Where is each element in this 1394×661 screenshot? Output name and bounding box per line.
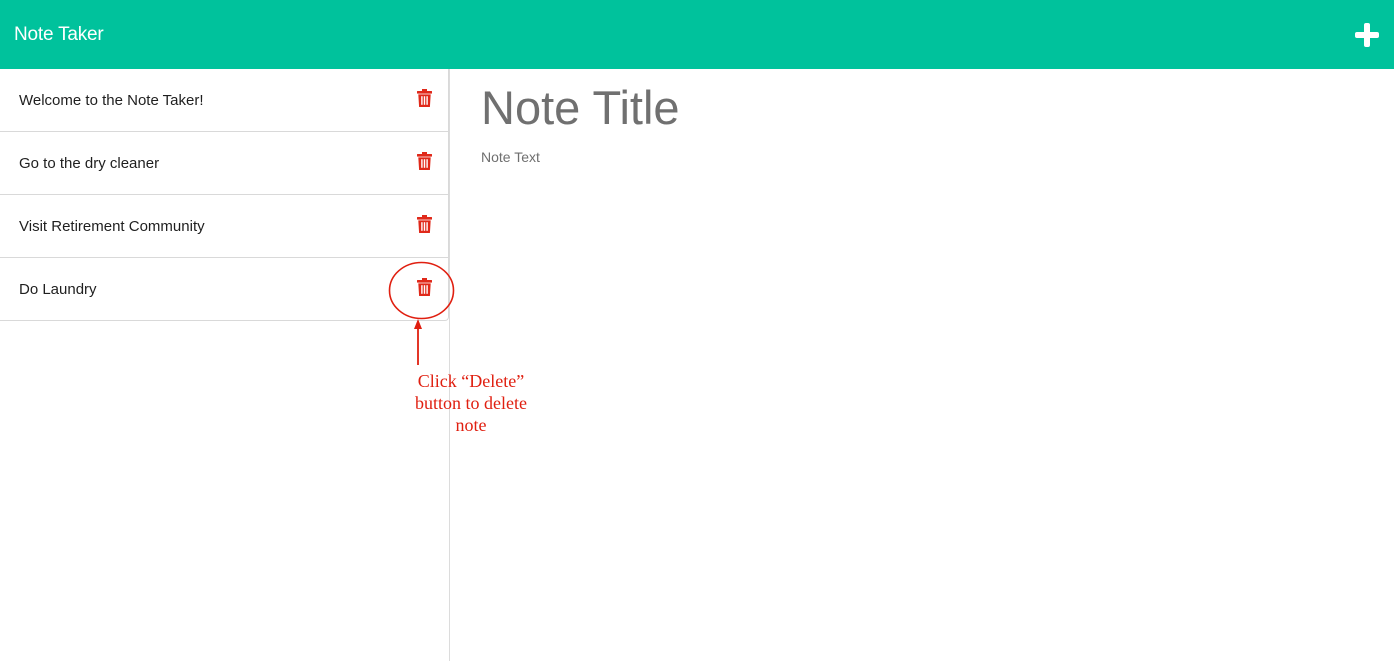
list-item[interactable]: Go to the dry cleaner — [0, 131, 448, 194]
note-title[interactable]: Go to the dry cleaner — [19, 155, 159, 172]
app-title: Note Taker — [14, 23, 104, 45]
trash-icon — [416, 151, 432, 170]
navbar: Note Taker — [0, 0, 1394, 69]
list-item[interactable]: Welcome to the Note Taker! — [0, 69, 448, 131]
delete-note-button[interactable] — [412, 275, 436, 299]
note-list: Welcome to the Note Taker! Go to the dry… — [0, 69, 449, 321]
note-title[interactable]: Do Laundry — [19, 281, 97, 298]
list-item[interactable]: Visit Retirement Community — [0, 194, 448, 257]
list-item[interactable]: Do Laundry — [0, 257, 448, 320]
new-note-button[interactable] — [1350, 18, 1384, 52]
note-text-input[interactable] — [481, 149, 1361, 629]
notes-sidebar: Welcome to the Note Taker! Go to the dry… — [0, 69, 450, 661]
note-editor — [451, 69, 1394, 661]
note-title[interactable]: Visit Retirement Community — [19, 218, 205, 235]
delete-note-button[interactable] — [412, 212, 436, 236]
trash-icon — [416, 214, 432, 233]
delete-note-button[interactable] — [412, 86, 436, 110]
trash-icon — [416, 277, 432, 296]
delete-note-button[interactable] — [412, 149, 436, 173]
note-title-input[interactable] — [481, 79, 1361, 135]
note-title[interactable]: Welcome to the Note Taker! — [19, 92, 204, 109]
plus-icon — [1355, 22, 1379, 47]
trash-icon — [416, 88, 432, 107]
